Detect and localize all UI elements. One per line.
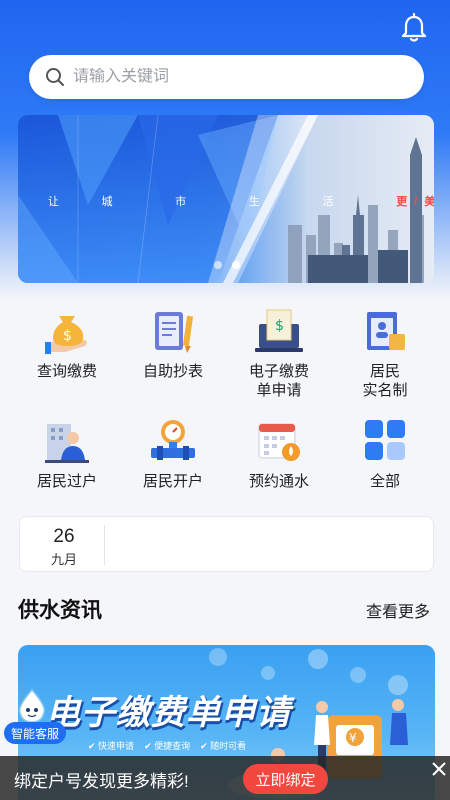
view-more-link[interactable]: 查看更多 [366,598,430,622]
service-label: 电子缴费 单申请 [248,363,309,399]
id-card-icon [367,312,405,350]
banner-slogan: 让 城 市 生 活 更 / 美 / 好 [48,196,434,208]
banner-pagination [214,261,240,269]
calendar-icon [258,423,300,461]
service-label: 居民开户 [142,473,203,490]
promo-banner[interactable]: 让 城 市 生 活 更 / 美 / 好 [18,115,434,283]
service-label: 查询缴费 [36,363,97,380]
grid-icon [365,420,405,460]
svg-text:¥: ¥ [349,731,357,745]
person-building-icon [45,424,89,463]
divider [104,525,105,565]
news-tag: ✔ 便捷查询 [144,741,191,751]
notepad-pencil-icon [155,312,194,353]
service-resident-transfer[interactable]: 居民过户 [14,412,120,516]
banner-dot[interactable] [214,261,222,269]
service-label: 居民过户 [36,473,97,490]
water-meter-icon [151,420,195,460]
banner-dot-active[interactable] [232,261,240,269]
service-query-payment[interactable]: $ 查询缴费 [14,302,120,406]
news-card-tags: ✔ 快速申请 ✔ 便捷查询 ✔ 随时可看 [88,739,246,752]
news-tag: ✔ 随时可看 [200,741,247,751]
date-month: 九月 [50,552,77,567]
service-book-water-connection[interactable]: 预约通水 [226,412,332,516]
service-grid: $ 查询缴费 自助抄表 $ 电子缴费 单申请 居民 实名制 居民过户 居民开户 … [14,302,438,516]
money-bag-icon: $ [45,316,87,354]
service-resident-real-name[interactable]: 居民 实名制 [332,302,438,406]
search-bar[interactable] [29,55,424,99]
section-title: 供水资讯 [18,599,102,622]
close-icon[interactable] [430,760,448,778]
svg-text:$: $ [63,328,72,344]
customer-service-button[interactable]: 智能客服 [4,722,66,744]
service-label: 全部 [369,473,400,490]
news-tag: ✔ 快速申请 [88,741,135,751]
notice-card[interactable]: 26 九月 [19,516,434,572]
service-label: 预约通水 [248,473,309,490]
bind-bar-text: 绑定户号发现更多精彩! [14,772,189,791]
service-resident-open-account[interactable]: 居民开户 [120,412,226,516]
service-label: 自助抄表 [142,363,203,380]
news-card-headline: 电子缴费单申请 [46,694,291,732]
search-input[interactable] [73,68,393,86]
service-self-meter-reading[interactable]: 自助抄表 [120,302,226,406]
search-icon [46,68,64,86]
service-e-bill-application[interactable]: $ 电子缴费 单申请 [226,302,332,406]
service-all[interactable]: 全部 [332,412,438,516]
service-label: 居民 实名制 [362,363,408,399]
date-day: 26 [53,526,75,547]
bell-icon[interactable] [398,12,430,44]
bind-account-bar: 绑定户号发现更多精彩! 立即绑定 [0,756,450,800]
bind-now-button[interactable]: 立即绑定 [243,764,328,794]
laptop-bill-icon: $ [255,309,303,352]
svg-text:$: $ [275,318,284,334]
mascot-icon[interactable] [14,688,50,724]
